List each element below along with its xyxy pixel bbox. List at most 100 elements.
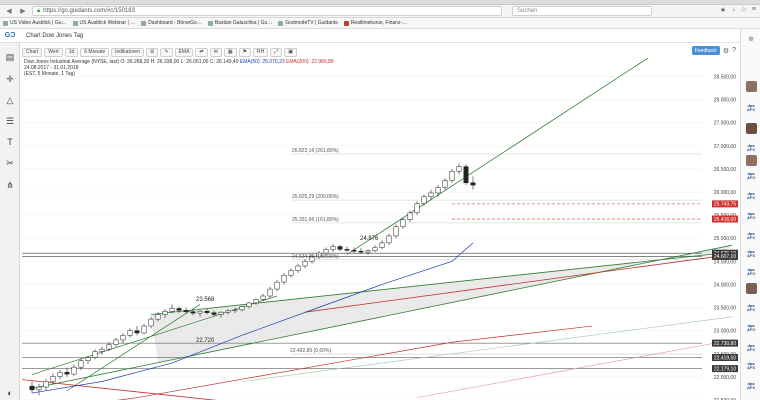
news-avatar[interactable] <box>744 121 758 135</box>
symbol-button[interactable]: Wert <box>44 47 63 57</box>
axis-tick-label: 27.500,00 <box>714 121 736 127</box>
news-dpa[interactable]: dpa AFX <box>744 209 758 223</box>
alert-icon[interactable]: ✉ <box>209 47 222 57</box>
address-bar[interactable]: 🔒︎ https://go.guidants.com/#c/150183 <box>32 6 502 16</box>
contrast-icon[interactable]: ◐ <box>4 387 16 399</box>
dpa-afx-icon: dpa AFX <box>747 267 755 276</box>
fan-icon[interactable]: ⋔ <box>4 179 16 191</box>
news-dpa[interactable]: dpa AFX <box>744 341 758 355</box>
news-dpa[interactable]: dpa AFX <box>744 247 758 261</box>
browser-toolbar-icons: ★ ↓ ⌂ ≡ <box>720 6 756 14</box>
candle-body <box>225 310 231 313</box>
save-icon[interactable]: ▣ <box>284 47 298 57</box>
draw-icon[interactable]: ✎ <box>160 47 173 57</box>
candle-body <box>211 312 217 315</box>
candle-body <box>50 376 56 382</box>
text-icon[interactable]: T <box>4 136 16 148</box>
browser-search-input[interactable]: Suchen <box>512 6 652 16</box>
news-avatar[interactable] <box>744 79 758 93</box>
candle-body <box>36 386 42 391</box>
bookmark-item[interactable]: Realtimekurse, Finanz-… <box>343 20 407 26</box>
candle-body <box>78 360 84 368</box>
dpa-afx-icon: dpa AFX <box>747 231 755 240</box>
ema-button[interactable]: EMA <box>174 47 194 57</box>
fib-icon[interactable]: ☰ <box>4 115 16 127</box>
feedback-button[interactable]: Feedback <box>691 46 720 55</box>
fib-label: 25.825,29 (200,00%) <box>292 194 339 200</box>
candles <box>29 163 476 396</box>
candle-body <box>344 249 350 251</box>
compare-icon[interactable]: ⇄ <box>195 47 208 57</box>
download-icon[interactable]: ↓ <box>732 6 736 14</box>
candle-body <box>302 261 308 267</box>
candle-body <box>365 250 371 253</box>
news-dpa[interactable]: dpa AFX <box>744 265 758 279</box>
news-avatar[interactable] <box>744 153 758 167</box>
home-icon[interactable]: ⌂ <box>742 6 746 14</box>
news-dpa[interactable]: dpa AFX <box>744 229 758 243</box>
price-chart[interactable]: 26.823,16 (261,80%) 25.825,29 (200,00%) 25… <box>22 58 740 400</box>
bookmark-item[interactable]: Bastian Galuschka | Gu… <box>207 20 272 26</box>
chart-toolbar: Chart Wert 1d 6 Monate Indikatoren ⚙ ✎ E… <box>22 46 740 58</box>
candle-body <box>169 308 175 312</box>
trend-line <box>31 244 733 389</box>
candle-body <box>407 212 413 221</box>
back-icon[interactable]: ◀ <box>4 6 14 16</box>
candle-body <box>351 250 357 252</box>
dpa-afx-icon: dpa AFX <box>747 381 755 390</box>
candle-body <box>141 325 147 334</box>
candle-body <box>190 311 196 314</box>
address-text: https://go.guidants.com/#c/150183 <box>43 8 135 14</box>
news-sidebar: ⊕ dpa AFX dpa AFX dpa AFX dpa AFX dpa AFX dpa… <box>740 29 760 400</box>
guidants-logo[interactable]: GƆ <box>0 29 20 43</box>
news-dpa[interactable]: dpa AFX <box>744 359 758 373</box>
bookmark-item[interactable]: Dashboard - BörseGo… <box>141 20 202 26</box>
candle-body <box>148 318 154 327</box>
gear-icon[interactable]: ⚙ <box>723 47 729 55</box>
news-dpa[interactable]: dpa AFX <box>744 189 758 203</box>
candle-body <box>85 357 91 361</box>
help-icon[interactable]: ? <box>732 47 736 54</box>
avatar <box>745 282 757 294</box>
news-dpa[interactable]: dpa AFX <box>744 379 758 393</box>
layout-icon[interactable]: ▤ <box>4 51 16 63</box>
indicators-button[interactable]: Indikatoren <box>111 47 144 57</box>
interval-button[interactable]: 1d <box>64 47 79 57</box>
search-placeholder: Suchen <box>517 8 538 14</box>
star-icon[interactable]: ★ <box>720 6 726 14</box>
marker-icon[interactable]: ⚑ <box>238 47 252 57</box>
rh-button[interactable]: RH <box>253 47 269 57</box>
news-dpa[interactable]: dpa AFX <box>744 101 758 115</box>
candle-body <box>372 247 378 251</box>
ema200-line <box>116 325 593 400</box>
bookmarks-bar: US Video Ausblick | Gu… US Ausblick Webi… <box>0 18 760 29</box>
candle-body <box>29 385 35 391</box>
chart-type-button[interactable]: Chart <box>22 47 43 57</box>
axis-tick-label: 28.500,00 <box>714 74 736 80</box>
candle-body <box>260 295 266 300</box>
menu-icon[interactable]: ≡ <box>752 6 756 14</box>
news-dpa[interactable]: dpa AFX <box>744 321 758 335</box>
bookmark-item[interactable]: US Video Ausblick | Gu… <box>3 20 67 26</box>
candle-body <box>456 166 462 172</box>
scissors-icon[interactable]: ✂ <box>4 157 16 169</box>
news-pin-icon[interactable]: ⊕ <box>744 32 758 46</box>
forward-icon[interactable]: ▶ <box>18 6 28 16</box>
bookmark-item[interactable]: GodmodeTV | Guidants <box>278 20 338 26</box>
triangle-icon[interactable]: △ <box>4 94 16 106</box>
candle-body <box>358 250 364 253</box>
range-button[interactable]: 6 Monate <box>80 47 110 57</box>
crosshair-icon[interactable]: ✛ <box>4 73 16 85</box>
candle-body <box>71 366 77 375</box>
price-annotation: 22.720 <box>196 338 215 344</box>
price-tag-label: 24.607,10 <box>714 254 736 260</box>
axis-tick-label: 23.000,00 <box>714 329 736 335</box>
news-dpa[interactable]: dpa AFX <box>744 301 758 315</box>
fullscreen-icon[interactable]: ⤢ <box>270 47 283 57</box>
candle-body <box>428 192 434 197</box>
news-dpa[interactable]: dpa AFX <box>744 169 758 183</box>
news-avatar[interactable] <box>744 281 758 295</box>
bookmark-item[interactable]: US Ausblick Webinar | … <box>72 20 135 26</box>
grid-icon[interactable]: ▦ <box>223 47 237 57</box>
settings-icon[interactable]: ⚙ <box>145 47 159 57</box>
